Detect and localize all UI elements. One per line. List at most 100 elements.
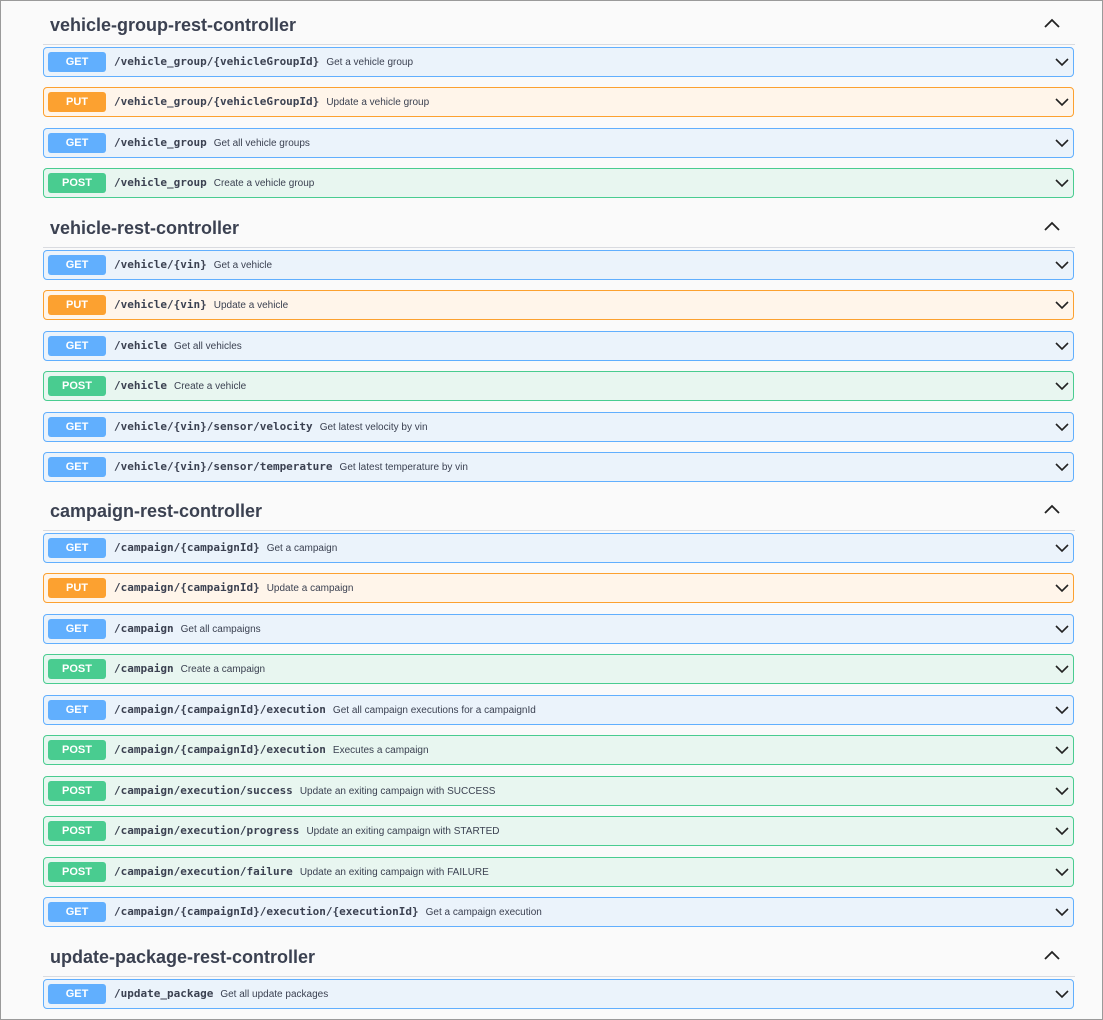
operation-summary: Executes a campaign [332, 745, 429, 756]
operation-summary: Get a campaign execution [425, 907, 542, 918]
operation-row[interactable]: GET /vehicle_group/{vehicleGroupId} Get a… [43, 47, 1074, 77]
operation-row[interactable]: POST /campaign Create a campaign [43, 654, 1074, 684]
method-badge: GET [48, 52, 106, 72]
operation-path: /campaign/{campaignId} Update a campaign [114, 581, 354, 594]
tag-header[interactable]: campaign-rest-controller [43, 491, 1075, 531]
operation-row[interactable]: GET /vehicle/{vin}/sensor/velocity Get la… [43, 412, 1074, 442]
operation-summary: Get all vehicles [173, 341, 242, 352]
chevron-down-icon[interactable] [1055, 907, 1069, 917]
operation-path: /campaign/execution/progress Update an ex… [114, 824, 500, 837]
chevron-down-icon[interactable] [1055, 664, 1069, 674]
operation-summary: Update a vehicle group [326, 97, 430, 108]
method-badge: PUT [48, 92, 106, 112]
operation-summary: Create a vehicle group [213, 178, 315, 189]
operation-summary: Get all campaigns [180, 624, 261, 635]
operation-summary: Create a campaign [180, 664, 266, 675]
operation-path: /vehicle_group Get all vehicle groups [114, 136, 310, 149]
operation-row[interactable]: POST /campaign/{campaignId}/execution Exe… [43, 735, 1074, 765]
operation-path: /campaign/execution/failure Update an exi… [114, 865, 489, 878]
tag-section-vehicle: vehicle-rest-controller GET /vehicle/{vi… [43, 208, 1075, 482]
tag-header[interactable]: vehicle-group-rest-controller [43, 5, 1075, 45]
method-badge: GET [48, 336, 106, 356]
chevron-down-icon[interactable] [1055, 341, 1069, 351]
operation-row[interactable]: POST /campaign/execution/failure Update a… [43, 857, 1074, 887]
method-badge: POST [48, 173, 106, 193]
method-badge: GET [48, 538, 106, 558]
chevron-down-icon[interactable] [1055, 57, 1069, 67]
operation-summary: Get a vehicle group [326, 57, 414, 68]
operation-row[interactable]: GET /campaign/{campaignId}/execution Get … [43, 695, 1074, 725]
chevron-down-icon[interactable] [1055, 826, 1069, 836]
operation-row[interactable]: GET /vehicle/{vin} Get a vehicle [43, 250, 1074, 280]
operation-path: /campaign/execution/success Update an exi… [114, 784, 496, 797]
operation-row[interactable]: GET /vehicle/{vin}/sensor/temperature Get… [43, 452, 1074, 482]
operation-path: /vehicle Get all vehicles [114, 339, 242, 352]
method-badge: POST [48, 740, 106, 760]
chevron-down-icon[interactable] [1055, 543, 1069, 553]
chevron-down-icon[interactable] [1055, 300, 1069, 310]
operation-summary: Get latest temperature by vin [339, 462, 468, 473]
operation-summary: Get all campaign executions for a campai… [332, 705, 536, 716]
tag-title: campaign-rest-controller [50, 501, 263, 521]
chevron-down-icon[interactable] [1055, 705, 1069, 715]
method-badge: PUT [48, 295, 106, 315]
operation-path: /campaign/{campaignId} Get a campaign [114, 541, 338, 554]
operation-summary: Update an exiting campaign with FAILURE [299, 867, 489, 878]
chevron-up-icon[interactable] [1043, 220, 1061, 232]
method-badge: GET [48, 619, 106, 639]
operation-row[interactable]: GET /vehicle_group Get all vehicle groups [43, 128, 1074, 158]
operation-row[interactable]: GET /campaign Get all campaigns [43, 614, 1074, 644]
operation-path: /vehicle_group/{vehicleGroupId} Get a veh… [114, 55, 414, 68]
operation-path: /vehicle/{vin}/sensor/velocity Get latest… [114, 420, 428, 433]
tag-section-vehicle-group: vehicle-group-rest-controller GET /vehic… [43, 5, 1075, 198]
tag-title: update-package-rest-controller [50, 947, 316, 967]
chevron-up-icon[interactable] [1043, 949, 1061, 961]
operation-path: /campaign Get all campaigns [114, 622, 261, 635]
operation-row[interactable]: PUT /vehicle/{vin} Update a vehicle [43, 290, 1074, 320]
operation-row[interactable]: GET /update_package Get all update packag… [43, 979, 1074, 1009]
chevron-down-icon[interactable] [1055, 583, 1069, 593]
swagger-operations-panel: vehicle-group-rest-controller GET /vehic… [0, 0, 1103, 1020]
operation-path: /campaign/{campaignId}/execution/{execut… [114, 905, 542, 918]
operation-path: /vehicle_group Create a vehicle group [114, 176, 315, 189]
chevron-down-icon[interactable] [1055, 867, 1069, 877]
method-badge: GET [48, 255, 106, 275]
operation-row[interactable]: POST /vehicle Create a vehicle [43, 371, 1074, 401]
chevron-down-icon[interactable] [1055, 989, 1069, 999]
operation-row[interactable]: PUT /campaign/{campaignId} Update a campa… [43, 573, 1074, 603]
method-badge: PUT [48, 578, 106, 598]
tag-title: vehicle-rest-controller [50, 218, 240, 238]
operation-summary: Update an exiting campaign with STARTED [306, 826, 500, 837]
method-badge: POST [48, 862, 106, 882]
operation-row[interactable]: POST /campaign/execution/progress Update … [43, 816, 1074, 846]
tag-title: vehicle-group-rest-controller [50, 15, 297, 35]
chevron-down-icon[interactable] [1055, 624, 1069, 634]
method-badge: GET [48, 457, 106, 477]
operation-path: /campaign/{campaignId}/execution Executes… [114, 743, 429, 756]
tag-header[interactable]: vehicle-rest-controller [43, 208, 1075, 248]
operation-row[interactable]: POST /vehicle_group Create a vehicle grou… [43, 168, 1074, 198]
operation-row[interactable]: GET /campaign/{campaignId}/execution/{ex… [43, 897, 1074, 927]
chevron-down-icon[interactable] [1055, 381, 1069, 391]
chevron-down-icon[interactable] [1055, 462, 1069, 472]
chevron-down-icon[interactable] [1055, 178, 1069, 188]
operation-row[interactable]: PUT /vehicle_group/{vehicleGroupId} Updat… [43, 87, 1074, 117]
operation-row[interactable]: GET /campaign/{campaignId} Get a campaign [43, 533, 1074, 563]
operation-row[interactable]: POST /campaign/execution/success Update a… [43, 776, 1074, 806]
method-badge: GET [48, 984, 106, 1004]
chevron-down-icon[interactable] [1055, 97, 1069, 107]
chevron-down-icon[interactable] [1055, 745, 1069, 755]
operation-path: /vehicle/{vin} Update a vehicle [114, 298, 289, 311]
operation-path: /campaign Create a campaign [114, 662, 266, 675]
operation-path: /vehicle/{vin}/sensor/temperature Get lat… [114, 460, 468, 473]
chevron-up-icon[interactable] [1043, 503, 1061, 515]
chevron-down-icon[interactable] [1055, 138, 1069, 148]
operation-path: /vehicle_group/{vehicleGroupId} Update a … [114, 95, 430, 108]
chevron-down-icon[interactable] [1055, 422, 1069, 432]
chevron-up-icon[interactable] [1043, 17, 1061, 29]
chevron-down-icon[interactable] [1055, 260, 1069, 270]
tag-header[interactable]: update-package-rest-controller [43, 937, 1075, 977]
chevron-down-icon[interactable] [1055, 786, 1069, 796]
operation-row[interactable]: GET /vehicle Get all vehicles [43, 331, 1074, 361]
method-badge: POST [48, 376, 106, 396]
